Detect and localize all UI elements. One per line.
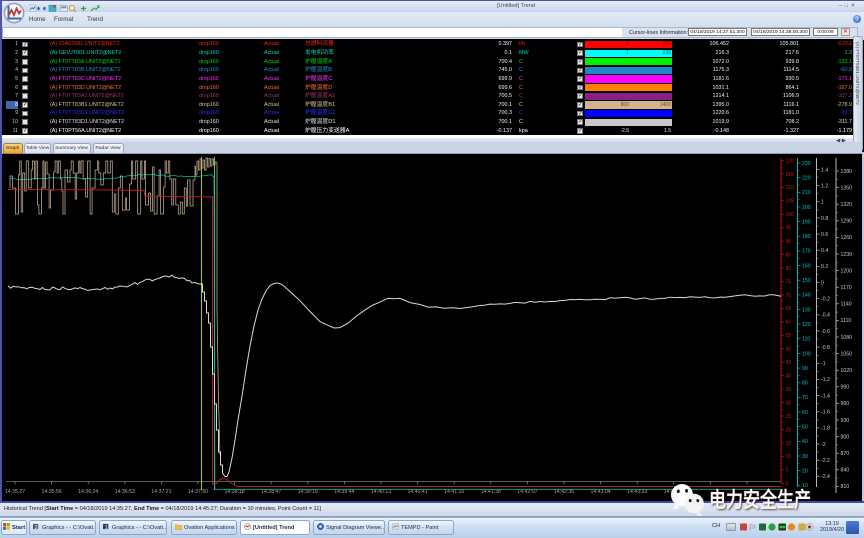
svg-text:70: 70 — [802, 395, 808, 401]
svg-text:40: 40 — [786, 374, 792, 380]
svg-text:30: 30 — [786, 400, 792, 406]
svg-text:70: 70 — [786, 293, 792, 299]
svg-text:14:35:56: 14:35:56 — [41, 489, 61, 495]
svg-text:190: 190 — [802, 219, 811, 225]
svg-text:130: 130 — [802, 307, 811, 313]
svg-text:0.6: 0.6 — [821, 232, 828, 238]
svg-text:15: 15 — [786, 441, 792, 447]
svg-text:65: 65 — [786, 306, 792, 312]
svg-text:1260: 1260 — [841, 235, 853, 241]
svg-text:0.2: 0.2 — [821, 264, 828, 270]
svg-text:930: 930 — [841, 418, 850, 424]
svg-text:110: 110 — [786, 185, 794, 191]
svg-text:14:37:50: 14:37:50 — [188, 489, 208, 495]
svg-text:960: 960 — [841, 401, 850, 407]
svg-text:50: 50 — [786, 347, 792, 353]
svg-text:10: 10 — [802, 483, 808, 489]
svg-text:80: 80 — [802, 381, 808, 387]
svg-text:30: 30 — [802, 454, 808, 460]
svg-text:14:36:53: 14:36:53 — [115, 489, 135, 495]
svg-text:35: 35 — [786, 387, 792, 393]
svg-text:230: 230 — [802, 161, 811, 167]
svg-text:1110: 1110 — [841, 318, 852, 324]
svg-text:-1.8: -1.8 — [821, 426, 830, 432]
svg-text:20: 20 — [786, 427, 792, 433]
svg-text:-0.2: -0.2 — [821, 297, 830, 303]
svg-text:14:36:24: 14:36:24 — [78, 489, 98, 495]
svg-text:870: 870 — [841, 451, 850, 457]
svg-text:840: 840 — [841, 468, 850, 474]
svg-text:14:35:27: 14:35:27 — [5, 489, 25, 495]
svg-text:100: 100 — [786, 212, 795, 218]
svg-text:60: 60 — [802, 410, 808, 416]
svg-text:1050: 1050 — [841, 351, 853, 357]
svg-text:150: 150 — [802, 278, 811, 284]
svg-text:-2: -2 — [821, 442, 826, 448]
svg-text:1200: 1200 — [841, 268, 853, 274]
svg-text:1230: 1230 — [841, 252, 853, 258]
svg-text:810: 810 — [841, 484, 850, 490]
svg-text:电力安全生产: 电力安全生产 — [709, 487, 811, 512]
svg-text:210: 210 — [802, 190, 811, 196]
svg-text:1350: 1350 — [841, 185, 853, 191]
svg-text:1.4: 1.4 — [821, 167, 828, 173]
svg-text:170: 170 — [802, 249, 811, 255]
svg-text:1.2: 1.2 — [821, 184, 828, 190]
svg-text:1320: 1320 — [841, 202, 853, 208]
svg-text:-2.4: -2.4 — [821, 474, 830, 480]
svg-text:50: 50 — [802, 425, 808, 431]
svg-text:90: 90 — [802, 366, 808, 372]
svg-text:85: 85 — [786, 252, 792, 258]
svg-text:-2.2: -2.2 — [821, 458, 830, 464]
svg-text:115: 115 — [786, 172, 794, 178]
svg-text:1290: 1290 — [841, 219, 853, 225]
svg-text:900: 900 — [841, 434, 850, 440]
svg-text:110: 110 — [802, 337, 810, 343]
svg-text:75: 75 — [786, 279, 792, 285]
svg-text:1080: 1080 — [841, 335, 853, 341]
svg-text:1: 1 — [821, 200, 824, 206]
svg-text:-1.2: -1.2 — [821, 377, 830, 383]
svg-text:-1.4: -1.4 — [821, 393, 830, 399]
svg-text:0: 0 — [786, 481, 789, 487]
svg-text:105: 105 — [786, 199, 795, 205]
svg-text:10: 10 — [786, 454, 792, 460]
svg-text:5: 5 — [786, 468, 789, 474]
svg-text:0.4: 0.4 — [821, 248, 828, 254]
svg-text:-1: -1 — [821, 361, 826, 367]
svg-text:80: 80 — [786, 266, 792, 272]
svg-text:20: 20 — [802, 469, 808, 475]
svg-text:120: 120 — [786, 158, 795, 164]
svg-text:-1.6: -1.6 — [821, 410, 830, 416]
svg-text:14:37:21: 14:37:21 — [151, 489, 171, 495]
svg-text:160: 160 — [802, 263, 811, 269]
svg-text:40: 40 — [802, 439, 808, 445]
svg-text:1380: 1380 — [841, 169, 853, 175]
svg-text:220: 220 — [802, 176, 811, 182]
svg-text:95: 95 — [786, 226, 792, 232]
svg-text:90: 90 — [786, 239, 792, 245]
svg-text:100: 100 — [802, 351, 811, 357]
svg-text:1020: 1020 — [841, 368, 853, 374]
svg-text:990: 990 — [841, 385, 850, 391]
svg-text:55: 55 — [786, 333, 792, 339]
svg-text:45: 45 — [786, 360, 792, 366]
svg-text:0.8: 0.8 — [821, 216, 828, 222]
svg-text:60: 60 — [786, 320, 792, 326]
svg-text:180: 180 — [802, 234, 811, 240]
svg-text:-0.6: -0.6 — [821, 329, 830, 335]
svg-text:140: 140 — [802, 293, 811, 299]
svg-text:0: 0 — [821, 280, 824, 286]
svg-text:-0.8: -0.8 — [821, 345, 830, 351]
svg-text:-0.4: -0.4 — [821, 313, 830, 319]
svg-text:200: 200 — [802, 205, 811, 211]
svg-text:120: 120 — [802, 322, 811, 328]
svg-text:25: 25 — [786, 414, 792, 420]
svg-text:1140: 1140 — [841, 302, 852, 308]
svg-text:1170: 1170 — [841, 285, 852, 291]
